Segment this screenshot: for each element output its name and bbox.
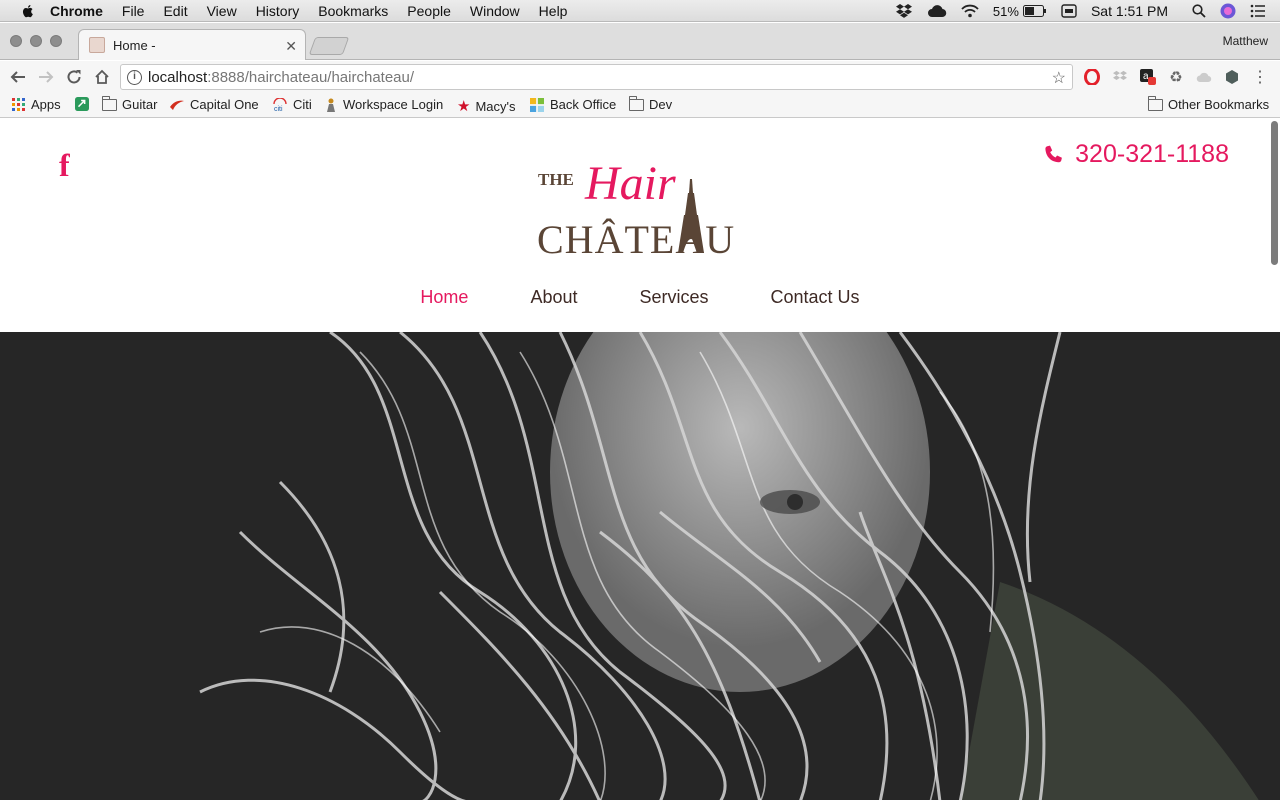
logo-the: THE bbox=[538, 170, 574, 189]
shield-extension-icon[interactable] bbox=[1224, 69, 1240, 85]
phone-number-link[interactable]: 320-321-1188 bbox=[1043, 140, 1229, 169]
window-close-button[interactable] bbox=[10, 35, 22, 47]
recycle-extension-icon[interactable]: ♻ bbox=[1168, 69, 1184, 86]
address-bar[interactable]: i localhost:8888/hairchateau/hairchateau… bbox=[120, 64, 1073, 90]
windswept-hair-photo bbox=[0, 332, 1280, 800]
bookmark-star-icon[interactable]: ☆ bbox=[1052, 68, 1066, 88]
folder-icon bbox=[102, 95, 117, 111]
nav-services[interactable]: Services bbox=[639, 287, 708, 308]
page-viewport: f 320-321-1188 THE Hair CHÂTEAU Home Abo… bbox=[0, 119, 1280, 800]
folder-icon bbox=[1148, 95, 1163, 111]
facebook-icon[interactable]: f bbox=[59, 147, 70, 184]
menu-view[interactable]: View bbox=[207, 3, 237, 19]
cloud-extension-icon[interactable] bbox=[1196, 69, 1212, 85]
tab-title: Home - bbox=[113, 37, 156, 53]
menu-window[interactable]: Window bbox=[470, 3, 520, 19]
chrome-menu-icon[interactable]: ⋮ bbox=[1252, 69, 1268, 86]
bookmark-apps-label: Apps bbox=[31, 97, 61, 112]
capital-one-swoosh-icon bbox=[170, 100, 184, 110]
dropbox-extension-icon[interactable] bbox=[1112, 69, 1128, 85]
browser-toolbar: i localhost:8888/hairchateau/hairchateau… bbox=[0, 61, 1280, 93]
url-path: :8888/hairchateau/hairchateau/ bbox=[207, 68, 415, 86]
macys-star-icon: ★ bbox=[457, 98, 471, 115]
bookmark-macys[interactable]: ★ Macy's bbox=[457, 97, 516, 115]
bookmark-apps[interactable]: Apps bbox=[12, 97, 61, 112]
bookmark-other-label: Other Bookmarks bbox=[1168, 97, 1270, 112]
tab-close-icon[interactable]: ✕ bbox=[285, 38, 297, 55]
bookmark-back-office-label: Back Office bbox=[550, 97, 617, 112]
hair-chateau-logo[interactable]: THE Hair CHÂTEAU bbox=[537, 149, 742, 259]
bookmark-workspace-login[interactable]: Workspace Login bbox=[324, 97, 443, 112]
menu-history[interactable]: History bbox=[256, 3, 300, 19]
menubar-status-area: 51% Sat 1:51 PM bbox=[895, 0, 1280, 22]
bookmark-capital-one[interactable]: Capital One bbox=[169, 97, 259, 112]
tab-home[interactable]: Home - ✕ bbox=[78, 29, 306, 60]
menu-help[interactable]: Help bbox=[539, 3, 568, 19]
page-scrollbar[interactable] bbox=[1271, 121, 1278, 265]
hero-image bbox=[0, 332, 1280, 800]
bookmark-dev[interactable]: Dev bbox=[629, 95, 673, 112]
battery-percent: 51% bbox=[992, 3, 1019, 19]
cloud-icon[interactable] bbox=[927, 4, 947, 18]
forward-arrow-icon[interactable] bbox=[36, 67, 56, 87]
logo-hair: Hair bbox=[584, 157, 676, 210]
bookmarks-bar: Apps Guitar Capital One citi Citi Worksp… bbox=[0, 93, 1280, 118]
bookmark-guitar[interactable]: Guitar bbox=[102, 95, 158, 112]
notification-center-icon[interactable] bbox=[1250, 4, 1266, 18]
spotlight-search-icon[interactable] bbox=[1192, 4, 1206, 18]
dropbox-icon[interactable] bbox=[895, 3, 913, 19]
wifi-icon[interactable] bbox=[961, 4, 979, 18]
bookmark-dev-label: Dev bbox=[649, 97, 673, 112]
bookmark-citi[interactable]: citi Citi bbox=[272, 97, 312, 112]
siri-icon[interactable] bbox=[1220, 3, 1236, 19]
bookmark-macys-label: Macy's bbox=[475, 98, 516, 114]
phone-number: 320-321-1188 bbox=[1075, 140, 1229, 168]
svg-text:citi: citi bbox=[274, 106, 283, 112]
menu-edit[interactable]: Edit bbox=[163, 3, 187, 19]
site-info-icon[interactable]: i bbox=[127, 69, 142, 85]
keyboard-icon[interactable] bbox=[1061, 4, 1077, 18]
phone-icon bbox=[1045, 145, 1063, 162]
url-host: localhost bbox=[148, 68, 208, 86]
bookmark-unnamed[interactable] bbox=[74, 97, 95, 111]
profile-name[interactable]: Matthew bbox=[1223, 34, 1268, 48]
menu-people[interactable]: People bbox=[407, 3, 451, 19]
folder-icon bbox=[629, 95, 644, 111]
bookmark-other-bookmarks[interactable]: Other Bookmarks bbox=[1148, 95, 1270, 112]
workspace-figure-icon bbox=[327, 98, 335, 112]
clock[interactable]: Sat 1:51 PM bbox=[1091, 3, 1168, 19]
menu-file[interactable]: File bbox=[122, 3, 145, 19]
menu-app-chrome[interactable]: Chrome bbox=[50, 3, 103, 19]
bookmark-guitar-label: Guitar bbox=[122, 97, 158, 112]
battery-icon bbox=[1022, 5, 1046, 17]
new-tab-button[interactable] bbox=[308, 37, 350, 55]
bookmark-back-office[interactable]: Back Office bbox=[529, 97, 616, 112]
amazon-extension-icon[interactable]: a bbox=[1140, 69, 1156, 85]
logo-chateau: CHÂTEAU bbox=[537, 217, 735, 259]
main-navigation: Home About Services Contact Us bbox=[0, 287, 1280, 308]
tab-strip: Home - ✕ Matthew bbox=[0, 23, 1280, 60]
back-arrow-icon[interactable] bbox=[8, 67, 28, 87]
citi-logo-icon: citi bbox=[273, 97, 287, 112]
apple-icon[interactable] bbox=[20, 3, 36, 19]
reload-icon[interactable] bbox=[64, 67, 84, 87]
menu-bookmarks[interactable]: Bookmarks bbox=[318, 3, 388, 19]
bookmark-workspace-login-label: Workspace Login bbox=[343, 97, 444, 112]
bookmark-capital-one-label: Capital One bbox=[190, 97, 259, 112]
home-icon[interactable] bbox=[92, 67, 112, 87]
window-minimize-button[interactable] bbox=[30, 35, 42, 47]
green-app-icon bbox=[75, 97, 89, 111]
apps-grid-icon bbox=[12, 97, 25, 111]
macos-menubar: Chrome File Edit View History Bookmarks … bbox=[0, 0, 1280, 22]
opera-extension-icon[interactable] bbox=[1084, 69, 1100, 85]
tab-favicon-icon bbox=[89, 37, 105, 53]
nav-home[interactable]: Home bbox=[420, 287, 468, 308]
nav-contact-us[interactable]: Contact Us bbox=[771, 287, 860, 308]
battery-status[interactable]: 51% bbox=[993, 4, 1047, 19]
bookmark-citi-label: Citi bbox=[293, 97, 312, 112]
window-zoom-button[interactable] bbox=[50, 35, 62, 47]
nav-about[interactable]: About bbox=[530, 287, 577, 308]
back-office-tiles-icon bbox=[530, 97, 544, 112]
